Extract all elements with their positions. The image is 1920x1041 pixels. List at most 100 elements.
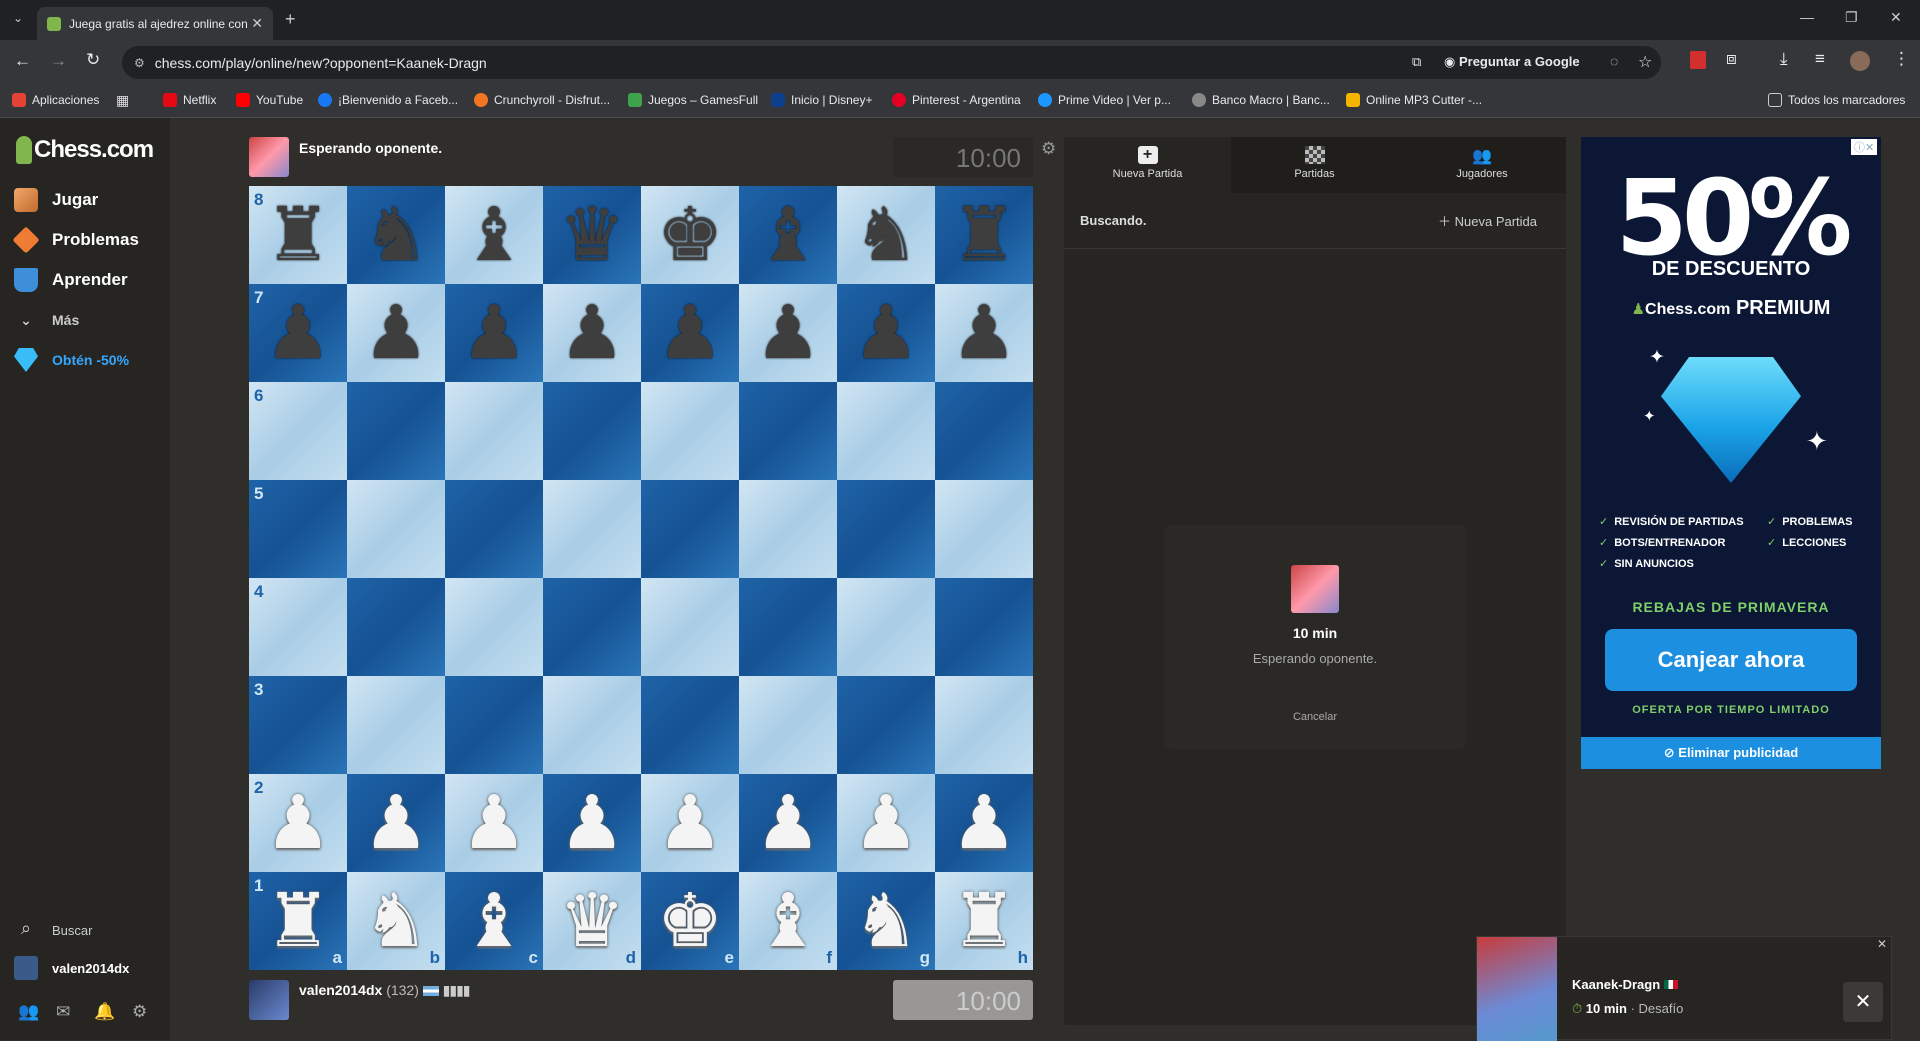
- star-icon[interactable]: ☆: [1638, 52, 1652, 72]
- download-icon[interactable]: ⤓: [1780, 49, 1788, 69]
- white-pawn-piece[interactable]: ♟: [739, 774, 837, 872]
- bookmark-pinterest[interactable]: Pinterest - Argentina: [892, 93, 1021, 107]
- forward-icon[interactable]: →: [50, 51, 67, 71]
- black-knight-piece[interactable]: ♞: [347, 186, 445, 284]
- bookmark-netflix[interactable]: Netflix: [163, 93, 216, 107]
- white-bishop-piece[interactable]: ♝: [739, 872, 837, 970]
- white-pawn-piece[interactable]: ♟: [543, 774, 641, 872]
- white-pawn-piece[interactable]: ♟: [641, 774, 739, 872]
- bookmark-mp3cutter[interactable]: Online MP3 Cutter -...: [1346, 93, 1482, 107]
- site-info-icon[interactable]: ⚙: [134, 56, 145, 70]
- white-pawn-piece[interactable]: ♟: [249, 774, 347, 872]
- square-d4[interactable]: [543, 578, 641, 676]
- black-bishop-piece[interactable]: ♝: [739, 186, 837, 284]
- square-b5[interactable]: [347, 480, 445, 578]
- white-rook-piece[interactable]: ♜: [249, 872, 347, 970]
- media-icon[interactable]: ≡: [1815, 49, 1825, 69]
- chess-board[interactable]: 8 ♜ ♞ ♝ ♛ ♚ ♝ ♞ ♜ 7 ♟ ♟ ♟ ♟ ♟ ♟ ♟ ♟ 6 5 4 3 2 ♟ ♟ ♟ ♟ ♟ ♟ ♟ ♟ 1 a ♜ b ♞ c ♝ d ♛…: [249, 186, 1033, 970]
- nav-learn[interactable]: Aprender: [14, 268, 128, 292]
- white-rook-piece[interactable]: ♜: [935, 872, 1033, 970]
- mail-icon[interactable]: ✉: [56, 1002, 70, 1022]
- square-c4[interactable]: [445, 578, 543, 676]
- white-knight-piece[interactable]: ♞: [347, 872, 445, 970]
- hide-icon[interactable]: ◌: [1610, 53, 1618, 69]
- restore-icon[interactable]: ❐: [1845, 9, 1858, 26]
- bookmark-gamesfull[interactable]: Juegos – GamesFull: [628, 93, 758, 107]
- square-e5[interactable]: [641, 480, 739, 578]
- square-f6[interactable]: [739, 382, 837, 480]
- remove-ads-button[interactable]: ⊘ Eliminar publicidad: [1581, 737, 1881, 769]
- bookmark-primevideo[interactable]: Prime Video | Ver p...: [1038, 93, 1171, 107]
- nav-puzzles[interactable]: Problemas: [12, 226, 139, 254]
- white-pawn-piece[interactable]: ♟: [347, 774, 445, 872]
- square-f5[interactable]: [739, 480, 837, 578]
- square-c6[interactable]: [445, 382, 543, 480]
- white-pawn-piece[interactable]: ♟: [935, 774, 1033, 872]
- address-bar[interactable]: ⚙ chess.com/play/online/new?opponent=Kaa…: [122, 46, 1661, 79]
- black-pawn-piece[interactable]: ♟: [935, 284, 1033, 382]
- square-e3[interactable]: [641, 676, 739, 774]
- tab-players[interactable]: 👥 Jugadores: [1398, 137, 1566, 193]
- square-g6[interactable]: [837, 382, 935, 480]
- nav-more[interactable]: ⌄ Más: [14, 308, 79, 332]
- black-rook-piece[interactable]: ♜: [935, 186, 1033, 284]
- friends-icon[interactable]: 👥: [18, 1002, 39, 1022]
- square-c5[interactable]: [445, 480, 543, 578]
- grid-icon[interactable]: ▦: [116, 92, 129, 109]
- square-b3[interactable]: [347, 676, 445, 774]
- redeem-button[interactable]: Canjear ahora: [1605, 629, 1857, 691]
- square-d5[interactable]: [543, 480, 641, 578]
- black-pawn-piece[interactable]: ♟: [543, 284, 641, 382]
- nav-premium[interactable]: Obtén -50%: [14, 348, 129, 372]
- black-pawn-piece[interactable]: ♟: [249, 284, 347, 382]
- square-g3[interactable]: [837, 676, 935, 774]
- square-h5[interactable]: [935, 480, 1033, 578]
- square-a5[interactable]: 5: [249, 480, 347, 578]
- bookmark-bancomacro[interactable]: Banco Macro | Banc...: [1192, 93, 1330, 107]
- bookmark-disney[interactable]: Inicio | Disney+: [771, 93, 873, 107]
- white-pawn-piece[interactable]: ♟: [445, 774, 543, 872]
- square-h3[interactable]: [935, 676, 1033, 774]
- square-a3[interactable]: 3: [249, 676, 347, 774]
- black-pawn-piece[interactable]: ♟: [347, 284, 445, 382]
- close-window-icon[interactable]: ✕: [1890, 9, 1902, 26]
- board-settings-icon[interactable]: ⚙: [1041, 139, 1056, 159]
- square-d6[interactable]: [543, 382, 641, 480]
- square-g4[interactable]: [837, 578, 935, 676]
- new-game-button[interactable]: ＋ Nueva Partida: [1438, 211, 1537, 230]
- extensions-icon[interactable]: ⧈: [1726, 49, 1737, 69]
- black-pawn-piece[interactable]: ♟: [445, 284, 543, 382]
- white-knight-piece[interactable]: ♞: [837, 872, 935, 970]
- tab-search-icon[interactable]: ⌄: [13, 11, 23, 25]
- square-a4[interactable]: 4: [249, 578, 347, 676]
- ad-banner[interactable]: ⓘ✕ 50% DE DESCUENTO ♟Chess.com PREMIUM ✦…: [1581, 137, 1881, 769]
- square-a6[interactable]: 6: [249, 382, 347, 480]
- square-b4[interactable]: [347, 578, 445, 676]
- black-pawn-piece[interactable]: ♟: [739, 284, 837, 382]
- white-king-piece[interactable]: ♚: [641, 872, 739, 970]
- all-bookmarks[interactable]: Todos los marcadores: [1768, 93, 1905, 107]
- cast-icon[interactable]: ⧉: [1412, 54, 1421, 70]
- settings-icon[interactable]: ⚙: [132, 1002, 147, 1022]
- bookmark-crunchyroll[interactable]: Crunchyroll - Disfrut...: [474, 93, 610, 107]
- browser-tab[interactable]: Juega gratis al ajedrez online con ✕: [37, 7, 273, 40]
- black-knight-piece[interactable]: ♞: [837, 186, 935, 284]
- new-tab-icon[interactable]: +: [285, 9, 296, 30]
- square-f3[interactable]: [739, 676, 837, 774]
- black-rook-piece[interactable]: ♜: [249, 186, 347, 284]
- black-bishop-piece[interactable]: ♝: [445, 186, 543, 284]
- black-queen-piece[interactable]: ♛: [543, 186, 641, 284]
- square-b6[interactable]: [347, 382, 445, 480]
- ask-google-button[interactable]: ◉ Preguntar a Google: [1444, 54, 1580, 70]
- white-pawn-piece[interactable]: ♟: [837, 774, 935, 872]
- profile-avatar[interactable]: [1850, 51, 1870, 71]
- square-g5[interactable]: [837, 480, 935, 578]
- nav-search[interactable]: ⌕ Buscar: [14, 918, 93, 942]
- square-e6[interactable]: [641, 382, 739, 480]
- black-pawn-piece[interactable]: ♟: [641, 284, 739, 382]
- square-d3[interactable]: [543, 676, 641, 774]
- decline-button[interactable]: ✕: [1843, 982, 1883, 1022]
- black-pawn-piece[interactable]: ♟: [837, 284, 935, 382]
- square-h4[interactable]: [935, 578, 1033, 676]
- pdf-extension-icon[interactable]: [1690, 51, 1706, 69]
